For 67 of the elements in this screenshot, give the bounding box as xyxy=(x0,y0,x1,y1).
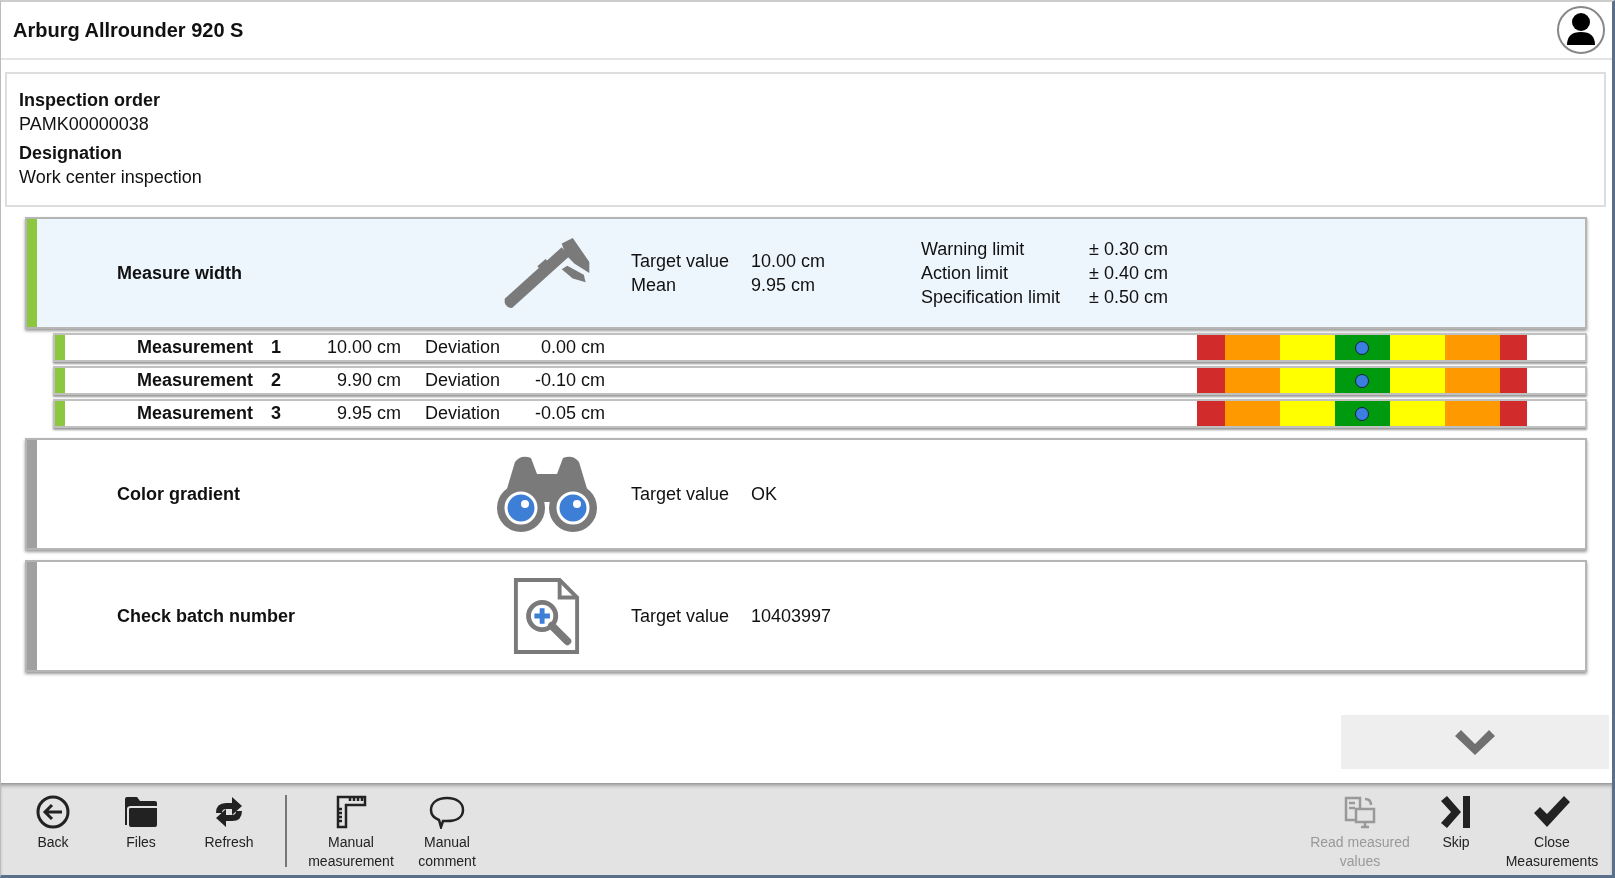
measurement-label: Measurement xyxy=(136,403,255,424)
info-value: PAMK00000038 xyxy=(19,114,150,135)
inspection-task-card[interactable]: Color gradient Target value OK xyxy=(25,438,1587,550)
toolbar-button[interactable]: Manual comment xyxy=(403,795,491,875)
measurement-number: 2 xyxy=(271,370,282,391)
info-label: Designation xyxy=(19,143,123,164)
toolbar-button[interactable]: Skip xyxy=(1412,795,1500,875)
toolbar-button[interactable]: Back xyxy=(9,795,97,875)
task-name: Check batch number xyxy=(116,605,297,627)
measurement-number: 3 xyxy=(271,403,282,424)
monitor-sync-icon xyxy=(1343,795,1377,829)
info-label: Inspection order xyxy=(19,90,162,111)
machine-title: Arburg Allrounder 920 S xyxy=(13,18,244,42)
measurement-row[interactable]: Measurement 1 10.00 cm Deviation 0.00 cm xyxy=(53,333,1587,362)
deviation-value: 0.00 cm xyxy=(539,337,605,358)
ruler-icon xyxy=(334,795,368,829)
measurement-value: 9.95 cm xyxy=(335,403,401,424)
field-label: Target value xyxy=(631,250,731,272)
gauge-segment xyxy=(1389,401,1445,426)
gauge-segment xyxy=(1389,368,1445,393)
field-label: Target value xyxy=(631,483,731,505)
limit-value: ± 0.50 cm xyxy=(1089,286,1168,308)
field-label: Target value xyxy=(631,605,731,627)
field-value: 10403997 xyxy=(751,605,832,627)
field-value: OK xyxy=(751,483,777,505)
scroll-down-button[interactable] xyxy=(1341,715,1609,769)
user-avatar-icon[interactable] xyxy=(1556,5,1606,55)
deviation-value: -0.05 cm xyxy=(533,403,605,424)
task-name: Color gradient xyxy=(116,483,241,505)
limit-value: ± 0.40 cm xyxy=(1089,262,1168,284)
toolbar-button[interactable]: Files xyxy=(97,795,185,875)
document-search-icon xyxy=(513,577,581,655)
gauge-segment xyxy=(1279,368,1335,393)
deviation-value: -0.10 cm xyxy=(533,370,605,391)
task-name: Measure width xyxy=(116,262,244,284)
deviation-label: Deviation xyxy=(425,403,502,424)
measurement-value: 10.00 cm xyxy=(325,337,401,358)
measurement-row[interactable]: Measurement 3 9.95 cm Deviation -0.05 cm xyxy=(53,399,1587,428)
field-value: 9.95 cm xyxy=(751,274,816,296)
limit-value: ± 0.30 cm xyxy=(1089,238,1168,260)
field-value: 10.00 cm xyxy=(751,250,826,272)
deviation-label: Deviation xyxy=(425,370,502,391)
limit-label: Specification limit xyxy=(921,286,1062,308)
measurement-label: Measurement xyxy=(136,370,255,391)
gauge-segment xyxy=(1279,401,1335,426)
deviation-label: Deviation xyxy=(425,337,502,358)
gauge-segment xyxy=(1389,335,1445,360)
field-label: Mean xyxy=(631,274,678,296)
toolbar-button[interactable]: Manual measurement xyxy=(299,795,403,875)
chevron-down-icon xyxy=(1453,728,1497,756)
toolbar-button[interactable]: Close Measurements xyxy=(1500,795,1604,875)
measurement-number: 1 xyxy=(271,337,282,358)
speech-bubble-icon xyxy=(429,795,465,829)
limit-label: Warning limit xyxy=(921,238,1026,260)
measurement-label: Measurement xyxy=(136,337,255,358)
toolbar-button[interactable]: Refresh xyxy=(185,795,273,875)
gauge-segment xyxy=(1279,335,1335,360)
inspection-task-card[interactable]: Measure width Target value 10.00 cm Mean 9.95 cm Warning limit ± 0.30 cm Action limit ± 0.40 cm Specification limit ± 0.50 cm xyxy=(25,217,1587,329)
binoculars-icon xyxy=(495,454,599,534)
info-value: Work center inspection xyxy=(19,167,203,188)
folder-icon xyxy=(123,795,159,829)
inspection-task-card[interactable]: Check batch number Target value 10403997 xyxy=(25,560,1587,672)
measurement-row[interactable]: Measurement 2 9.90 cm Deviation -0.10 cm xyxy=(53,366,1587,395)
limit-label: Action limit xyxy=(921,262,1010,284)
checkmark-icon xyxy=(1532,795,1572,829)
measurement-value: 9.90 cm xyxy=(335,370,401,391)
skip-icon xyxy=(1439,795,1473,829)
